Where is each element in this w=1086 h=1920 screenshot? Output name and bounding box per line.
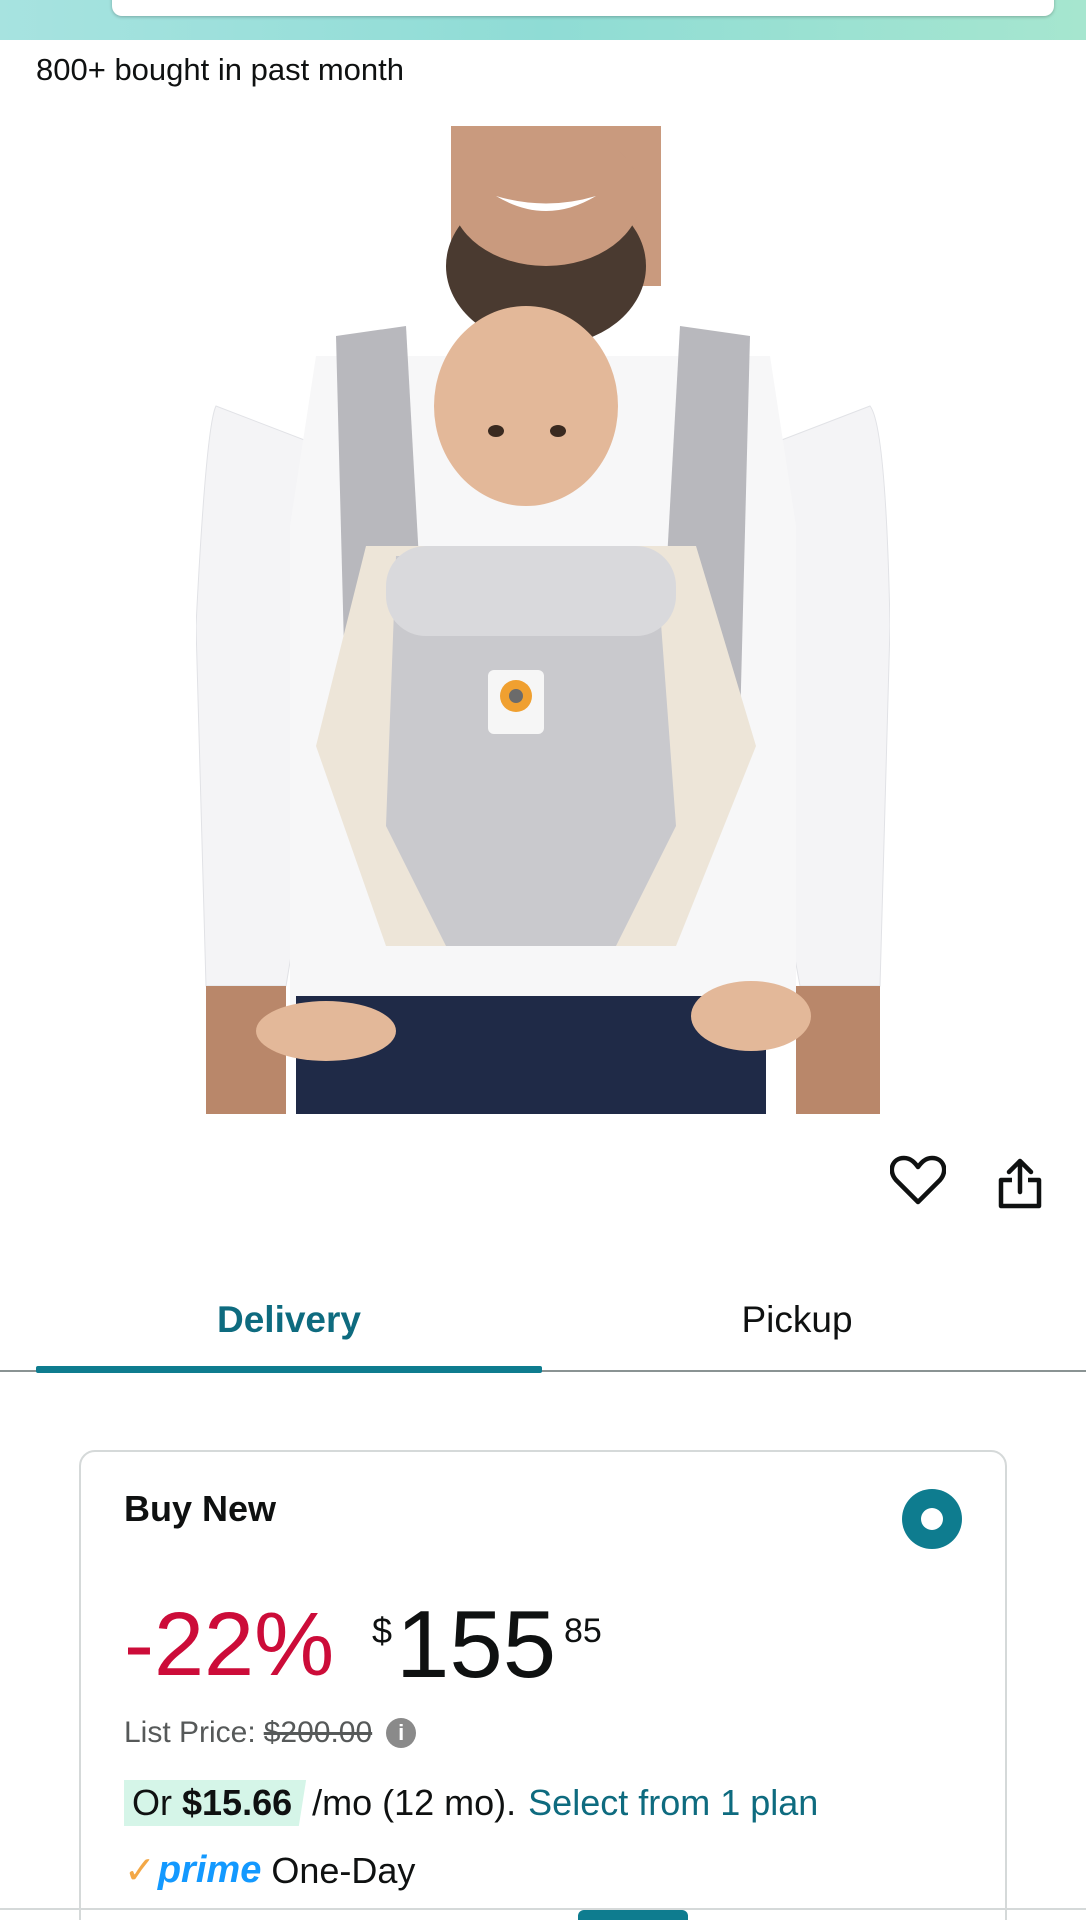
fulfillment-tabs: Delivery Pickup: [0, 1270, 1086, 1373]
select-plan-link[interactable]: Select from 1 plan: [528, 1782, 818, 1824]
installment-badge: Or $15.66: [124, 1780, 307, 1826]
installment-prefix: Or: [132, 1782, 172, 1823]
price-whole: 155: [396, 1591, 557, 1698]
prime-speed: One-Day: [271, 1849, 416, 1891]
prime-delivery-row: ✓ prime One-Day: [124, 1848, 415, 1893]
prime-check-icon: ✓: [124, 1850, 156, 1892]
bottom-sheet-handle[interactable]: [578, 1910, 688, 1920]
product-image[interactable]: [196, 126, 890, 1114]
search-input[interactable]: [112, 0, 1054, 16]
price-fraction: 85: [564, 1612, 602, 1650]
installment-term: /mo (12 mo).: [312, 1782, 517, 1823]
header-strip: [0, 0, 1086, 40]
list-price-value: $200.00: [263, 1716, 373, 1749]
discount-percent: -22%: [124, 1595, 335, 1695]
prime-logo: prime: [157, 1849, 262, 1891]
share-icon[interactable]: [990, 1154, 1050, 1214]
buy-new-radio[interactable]: [902, 1489, 962, 1549]
info-icon[interactable]: i: [386, 1718, 417, 1748]
heart-icon[interactable]: [888, 1150, 948, 1210]
bottom-divider: [0, 1908, 1086, 1910]
tab-delivery[interactable]: Delivery: [36, 1270, 542, 1370]
buy-new-title: Buy New: [124, 1488, 277, 1529]
list-price-row: List Price: $200.00 i: [124, 1716, 417, 1750]
tab-selected-indicator: [36, 1366, 542, 1373]
radio-selected-dot: [921, 1508, 943, 1530]
installment-row: Or $15.66 /mo (12 mo). Select from 1 pla…: [124, 1780, 818, 1826]
bought-count-text: 800+ bought in past month: [36, 52, 404, 87]
price-currency-symbol: $: [372, 1610, 393, 1651]
tab-pickup[interactable]: Pickup: [542, 1270, 1052, 1370]
list-price-label: List Price:: [124, 1716, 256, 1749]
installment-amount: $15.66: [182, 1782, 293, 1823]
